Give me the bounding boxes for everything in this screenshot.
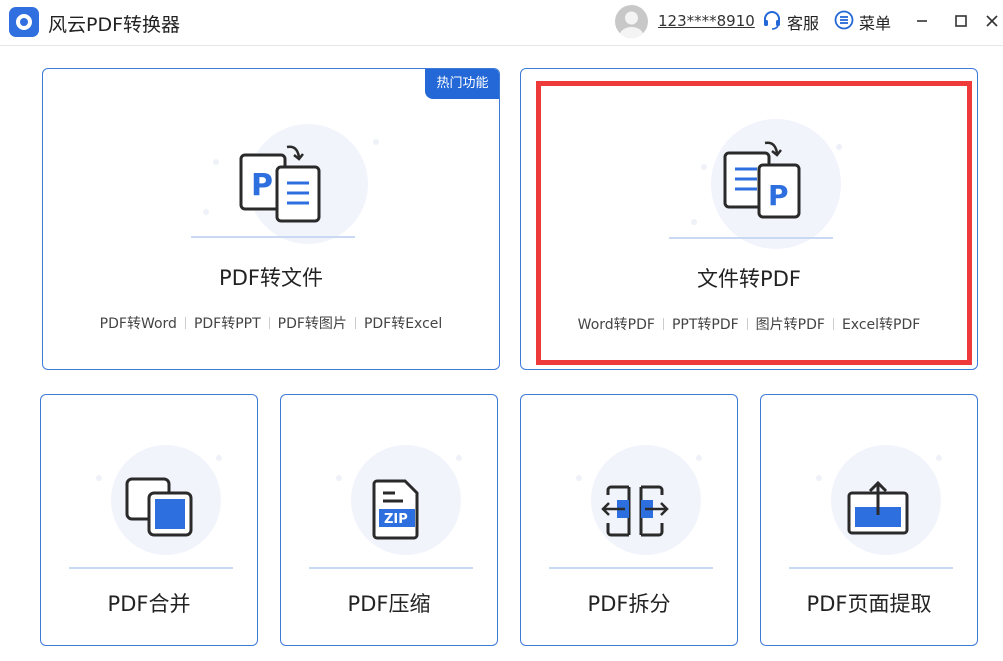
card-pdf-merge[interactable]: PDF合并	[40, 394, 258, 646]
card-pdf-split[interactable]: PDF拆分	[520, 394, 738, 646]
avatar[interactable]	[615, 5, 648, 38]
minimize-button[interactable]	[911, 10, 933, 32]
card-title: PDF拆分	[587, 592, 671, 616]
pdf-to-ppt-link[interactable]: PDF转PPT	[194, 316, 261, 332]
card-title: PDF转文件	[219, 266, 323, 290]
pdf-to-word-icon: P	[235, 141, 325, 231]
zip-file-icon: ZIP	[369, 477, 425, 545]
minimize-icon	[917, 20, 927, 22]
zip-label: ZIP	[384, 512, 408, 527]
card-pdf-extract[interactable]: PDF页面提取	[760, 394, 978, 646]
card-title: PDF合并	[107, 592, 191, 616]
card-subitems: Word转PDF PPT转PDF 图片转PDF Excel转PDF	[521, 314, 977, 334]
image-to-pdf-link[interactable]: 图片转PDF	[756, 317, 825, 333]
user-account-link[interactable]: 123****8910	[658, 12, 755, 30]
word-to-pdf-link[interactable]: Word转PDF	[578, 317, 655, 333]
customer-service-label: 客服	[787, 14, 820, 33]
menu-label: 菜单	[859, 14, 892, 33]
card-pdf-to-file[interactable]: P PDF转文件 PDF转Word PDF转PPT PDF转图片 PDF转Excel …	[42, 68, 500, 370]
app-title: 风云PDF转换器	[48, 14, 181, 36]
hot-feature-badge: 热门功能	[425, 69, 499, 99]
svg-text:P: P	[251, 168, 273, 203]
card-subitems: PDF转Word PDF转PPT PDF转图片 PDF转Excel	[43, 313, 499, 333]
split-icon	[601, 483, 669, 543]
title-bar: 风云PDF转换器 123****8910 客服 菜单	[0, 0, 1003, 46]
card-title: PDF页面提取	[806, 592, 932, 616]
maximize-icon	[955, 15, 967, 27]
headset-icon	[762, 10, 782, 34]
maximize-button[interactable]	[950, 10, 972, 32]
menu-list-icon	[834, 10, 854, 34]
close-button[interactable]	[981, 10, 1003, 32]
svg-text:P: P	[768, 179, 789, 212]
close-icon	[986, 15, 998, 27]
pdf-to-word-link[interactable]: PDF转Word	[100, 316, 177, 332]
merge-icon	[123, 475, 195, 543]
excel-to-pdf-link[interactable]: Excel转PDF	[842, 317, 920, 333]
card-title: PDF压缩	[347, 592, 431, 616]
customer-service-button[interactable]: 客服	[762, 10, 819, 34]
card-pdf-compress[interactable]: ZIP PDF压缩	[280, 394, 498, 646]
menu-button[interactable]: 菜单	[834, 10, 891, 34]
app-logo-icon	[9, 7, 39, 37]
pdf-to-excel-link[interactable]: PDF转Excel	[364, 316, 442, 332]
card-title: 文件转PDF	[697, 267, 801, 291]
word-to-pdf-icon: P	[719, 139, 809, 229]
ppt-to-pdf-link[interactable]: PPT转PDF	[672, 317, 739, 333]
card-file-to-pdf[interactable]: P 文件转PDF Word转PDF PPT转PDF 图片转PDF Excel转PDF	[520, 68, 978, 370]
pdf-to-image-link[interactable]: PDF转图片	[278, 316, 347, 332]
page-extract-icon	[845, 479, 911, 543]
